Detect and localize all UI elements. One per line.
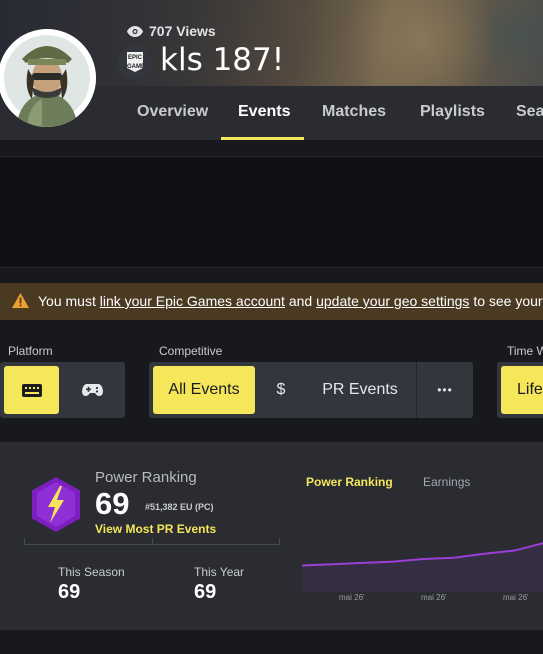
time-window-label: Time W — [507, 344, 543, 358]
platform-keyboard[interactable] — [4, 366, 59, 414]
tab-matches[interactable]: Matches — [322, 86, 386, 140]
power-ranking-rank: #51,382 EU (PC) — [145, 502, 214, 512]
tab-season[interactable]: Sea — [516, 86, 543, 140]
pr-events-button[interactable]: PR Events — [303, 366, 417, 414]
views-counter: 707 Views — [127, 23, 216, 39]
platform-filter — [0, 362, 125, 418]
chart-x-tick: mai 26' — [421, 593, 447, 602]
eye-icon — [127, 25, 143, 37]
this-season-label: This Season — [58, 565, 125, 579]
avatar — [0, 29, 96, 127]
competitive-filter: All Events $ PR Events ••• — [149, 362, 473, 418]
geo-warning-banner: You must link your Epic Games account an… — [0, 283, 543, 320]
cash-events-button[interactable]: $ — [259, 366, 303, 414]
views-text: 707 Views — [149, 23, 216, 39]
chart-x-tick: mai 26' — [339, 593, 365, 602]
chart-tab-earnings[interactable]: Earnings — [423, 475, 470, 489]
link-geo-settings[interactable]: update your geo settings — [316, 293, 469, 309]
username: kls 187! — [160, 42, 285, 78]
power-ranking-label: Power Ranking — [95, 469, 197, 486]
warning-text-middle: and — [284, 293, 317, 309]
keyboard-icon — [21, 383, 42, 397]
tab-playlists[interactable]: Playlists — [420, 86, 485, 140]
chart-x-tick: mai 26' — [503, 593, 529, 602]
warning-text-suffix: to see your — [469, 293, 543, 309]
platform-label: Platform — [8, 344, 53, 358]
warning-icon — [12, 293, 29, 308]
competitive-label: Competitive — [159, 344, 223, 358]
this-year-label: This Year — [194, 565, 245, 579]
this-season-value: 69 — [58, 581, 81, 603]
active-tab-indicator — [221, 137, 304, 140]
all-events-button[interactable]: All Events — [153, 366, 255, 414]
chart-area — [302, 543, 543, 592]
power-ranking-icon — [32, 477, 80, 532]
tab-overview[interactable]: Overview — [137, 86, 208, 140]
warning-text: You must — [38, 293, 100, 309]
this-year-value: 69 — [194, 581, 217, 603]
link-epic-account[interactable]: link your Epic Games account — [100, 293, 285, 309]
view-most-pr-events-link[interactable]: View Most PR Events — [95, 522, 216, 536]
power-ranking-value: 69 — [95, 486, 130, 521]
time-window-filter: Life — [497, 362, 543, 418]
more-options-button[interactable]: ••• — [417, 366, 473, 414]
epic-games-icon: EPIC GAMES — [118, 45, 152, 79]
platform-controller[interactable] — [63, 366, 121, 414]
gamepad-icon — [81, 384, 103, 396]
tab-events[interactable]: Events — [238, 86, 290, 140]
lifetime-button[interactable]: Life — [501, 366, 543, 414]
ad-placeholder — [0, 156, 543, 268]
chart-tab-power-ranking[interactable]: Power Ranking — [306, 475, 393, 489]
